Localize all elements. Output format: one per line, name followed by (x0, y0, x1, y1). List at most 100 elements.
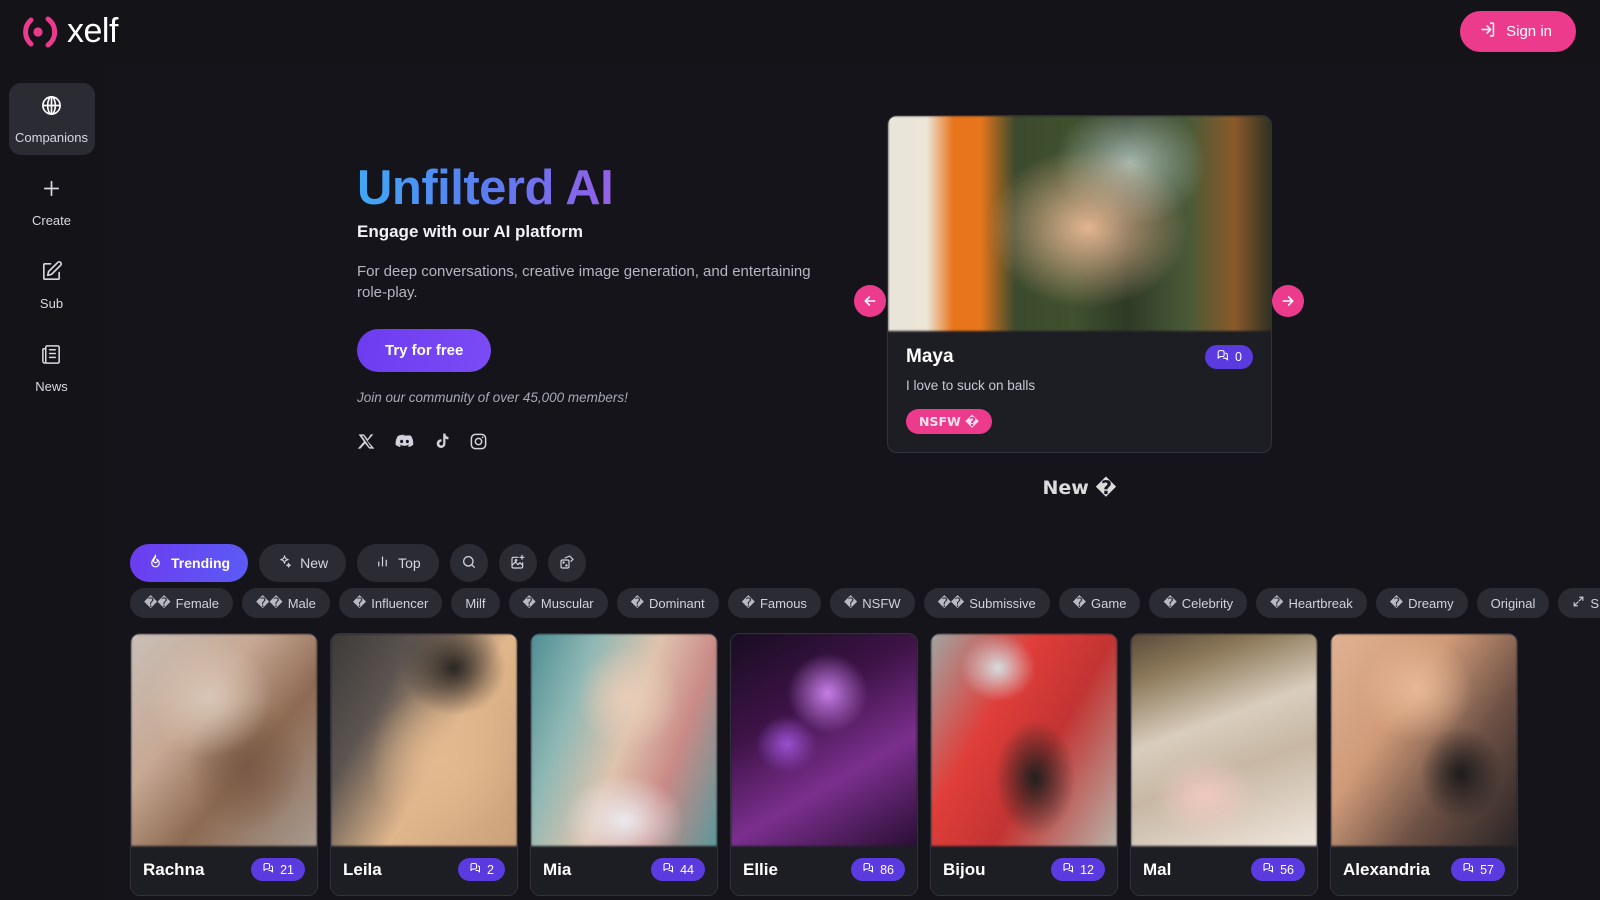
companion-thumbnail (331, 634, 517, 846)
chip-emoji: � (1163, 595, 1177, 611)
chat-count-value: 21 (280, 862, 294, 877)
chat-count-badge: 44 (651, 858, 705, 881)
chip-female[interactable]: �� Female (130, 588, 234, 618)
chip-muscular[interactable]: � Muscular (508, 588, 608, 618)
sidebar-item-companions[interactable]: Companions (8, 83, 95, 155)
chip-label: Show all (1590, 595, 1600, 611)
sign-in-button[interactable]: Sign in (1460, 11, 1576, 52)
plus-icon (40, 177, 63, 205)
chip-emoji: � (630, 595, 644, 611)
card-body: Maya 0 I love to suck on balls NSFW � (888, 331, 1271, 452)
pencil-square-icon (40, 260, 63, 288)
chip-submissive[interactable]: �� Submissive (923, 588, 1050, 618)
chat-count-badge: 0 (1205, 345, 1253, 369)
hero-title: Unfilterd AI (357, 162, 827, 214)
random-companion-button[interactable] (547, 544, 586, 582)
sidebar-item-create[interactable]: Create (9, 166, 95, 238)
social-links (357, 431, 827, 457)
chip-label: Original (1490, 595, 1536, 611)
chip-game[interactable]: � Game (1058, 588, 1141, 618)
companion-card[interactable]: Alexandria 57 (1330, 633, 1518, 896)
chip-label: Submissive (969, 595, 1036, 611)
carousel-prev-button[interactable] (854, 285, 886, 317)
try-for-free-button[interactable]: Try for free (357, 328, 492, 372)
tab-new[interactable]: New (259, 544, 347, 582)
tab-label: Trending (171, 555, 231, 571)
chip-label: Celebrity (1181, 595, 1234, 611)
chip-emoji: � (352, 595, 367, 611)
sidebar: Companions Create Sub News (0, 63, 103, 900)
chip-emoji: � (1270, 595, 1284, 611)
chip-dreamy[interactable]: � Dreamy (1375, 588, 1468, 618)
companion-name: Maya (906, 346, 954, 367)
chip-heartbreak[interactable]: � Heartbreak (1256, 588, 1367, 618)
companion-thumbnail (931, 634, 1117, 846)
sign-in-label: Sign in (1506, 23, 1552, 40)
app-logo[interactable]: xelf (18, 12, 118, 52)
companion-thumbnail (1131, 634, 1317, 846)
image-plus-icon (510, 554, 526, 573)
chip-dominant[interactable]: � Dominant (616, 588, 719, 618)
tab-top[interactable]: Top (357, 544, 439, 582)
chip-original[interactable]: Original (1476, 588, 1550, 618)
chip-milf[interactable]: Milf (451, 588, 500, 618)
chat-count-value: 57 (1480, 862, 1494, 877)
chip-label: Milf (465, 595, 486, 611)
featured-companion-card[interactable]: Maya 0 I love to suck on balls NSFW � (887, 115, 1272, 453)
chip-emoji: �� (144, 595, 171, 611)
chip-influencer[interactable]: � Influencer (338, 588, 443, 618)
chip-emoji: � (741, 595, 755, 611)
chip-nsfw[interactable]: � NSFW (829, 588, 915, 618)
companion-card[interactable]: Ellie 86 (730, 633, 918, 896)
image-generate-button[interactable] (498, 544, 537, 582)
hero-subtitle: Engage with our AI platform (357, 222, 584, 242)
chat-count-badge: 21 (251, 858, 305, 881)
chat-bubbles-icon (1062, 862, 1074, 877)
chat-count-value: 86 (880, 862, 894, 877)
companion-card[interactable]: Leila 2 (330, 633, 518, 896)
chip-celebrity[interactable]: � Celebrity (1149, 588, 1248, 618)
sidebar-item-sub[interactable]: Sub (9, 249, 95, 321)
x-twitter-icon[interactable] (357, 432, 376, 456)
newspaper-icon (40, 343, 63, 371)
expand-arrows-icon (1572, 595, 1585, 611)
bar-chart-icon (375, 554, 390, 572)
category-chips: �� Female �� Male � Influencer Milf � Mu… (130, 588, 1600, 618)
companion-card[interactable]: Rachna 21 (130, 633, 318, 896)
sidebar-item-news[interactable]: News (9, 332, 95, 404)
chip-label: NSFW (862, 595, 901, 611)
chip-male[interactable]: �� Male (242, 588, 330, 618)
chip-famous[interactable]: � Famous (727, 588, 821, 618)
companion-card[interactable]: Bijou 12 (930, 633, 1118, 896)
search-button[interactable] (449, 544, 488, 582)
companion-name: Alexandria (1343, 859, 1430, 879)
chip-show-all[interactable]: Show all (1558, 588, 1600, 618)
tab-trending[interactable]: Trending (130, 544, 249, 582)
top-bar: xelf Sign in (0, 0, 1600, 63)
xelf-mark-icon (18, 12, 58, 52)
dice-shuffle-icon (559, 554, 575, 573)
instagram-icon[interactable] (469, 432, 488, 456)
nsfw-badge: NSFW � (906, 409, 993, 434)
companion-card[interactable]: Mal 56 (1130, 633, 1318, 896)
filter-tabs: Trending New Top (130, 544, 586, 582)
chip-emoji: � (1072, 595, 1087, 611)
chat-count-badge: 86 (851, 858, 905, 881)
chat-bubbles-icon (1216, 349, 1229, 365)
discord-icon[interactable] (394, 431, 415, 457)
companion-card[interactable]: Mia 44 (530, 633, 718, 896)
chip-label: Heartbreak (1288, 595, 1353, 611)
carousel-next-button[interactable] (1272, 285, 1304, 317)
chat-count-value: 44 (680, 862, 694, 877)
chat-count-badge: 2 (458, 858, 505, 881)
companion-description: I love to suck on balls (906, 378, 1036, 393)
companion-grid: Rachna 21 Leila 2 Mia 44 Ellie 86 Bijou … (130, 633, 1518, 896)
companion-thumbnail (1331, 634, 1517, 846)
chip-label: Game (1091, 595, 1127, 611)
chip-label: Dreamy (1408, 595, 1454, 611)
chip-label: Dominant (648, 595, 705, 611)
companion-name: Mal (1143, 859, 1172, 879)
sparkles-icon (277, 554, 292, 572)
tiktok-icon[interactable] (433, 432, 451, 455)
chat-bubbles-icon (662, 862, 674, 877)
